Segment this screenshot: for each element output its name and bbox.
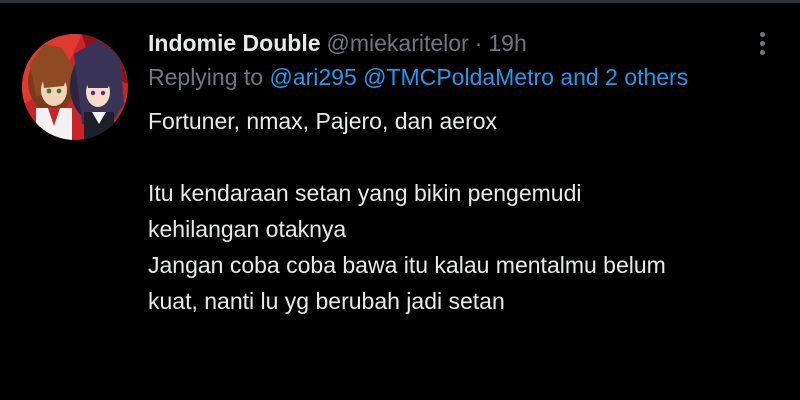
tweet[interactable]: Indomie Double @miekaritelor · 19h Replying…	[148, 26, 768, 319]
tweet-text-line	[148, 139, 768, 175]
avatar[interactable]	[22, 34, 128, 140]
mention-link[interactable]: @TMCPoldaMetro	[363, 64, 554, 90]
replying-to: Replying to @ari295 @TMCPoldaMetro and 2…	[148, 60, 748, 95]
others-link[interactable]: and 2 others	[560, 64, 688, 90]
top-divider	[0, 0, 800, 3]
more-options-button[interactable]	[748, 26, 776, 60]
author-display-name[interactable]: Indomie Double	[148, 30, 321, 56]
more-vertical-icon	[759, 40, 765, 46]
separator-dot: ·	[474, 30, 483, 56]
anime-characters-avatar-icon	[22, 34, 128, 140]
tweet-text: Fortuner, nmax, Pajero, dan aerox Itu ke…	[148, 103, 768, 319]
tweet-text-line: kuat, nanti lu yg berubah jadi setan	[148, 288, 505, 314]
tweet-header: Indomie Double @miekaritelor · 19h	[148, 26, 768, 60]
tweet-text-line: Fortuner, nmax, Pajero, dan aerox	[148, 108, 498, 134]
mention-link[interactable]: @ari295	[269, 64, 356, 90]
more-vertical-icon	[759, 31, 765, 37]
tweet-text-line: kehilangan otaknya	[148, 216, 347, 242]
tweet-timestamp[interactable]: 19h	[488, 30, 526, 56]
tweet-text-line: Itu kendaraan setan yang bikin pengemudi	[148, 180, 582, 206]
tweet-text-line: Jangan coba coba bawa itu kalau mentalmu…	[148, 252, 666, 278]
author-handle[interactable]: @miekaritelor	[327, 30, 469, 56]
replying-to-label: Replying to	[148, 64, 264, 90]
more-vertical-icon	[759, 49, 765, 55]
